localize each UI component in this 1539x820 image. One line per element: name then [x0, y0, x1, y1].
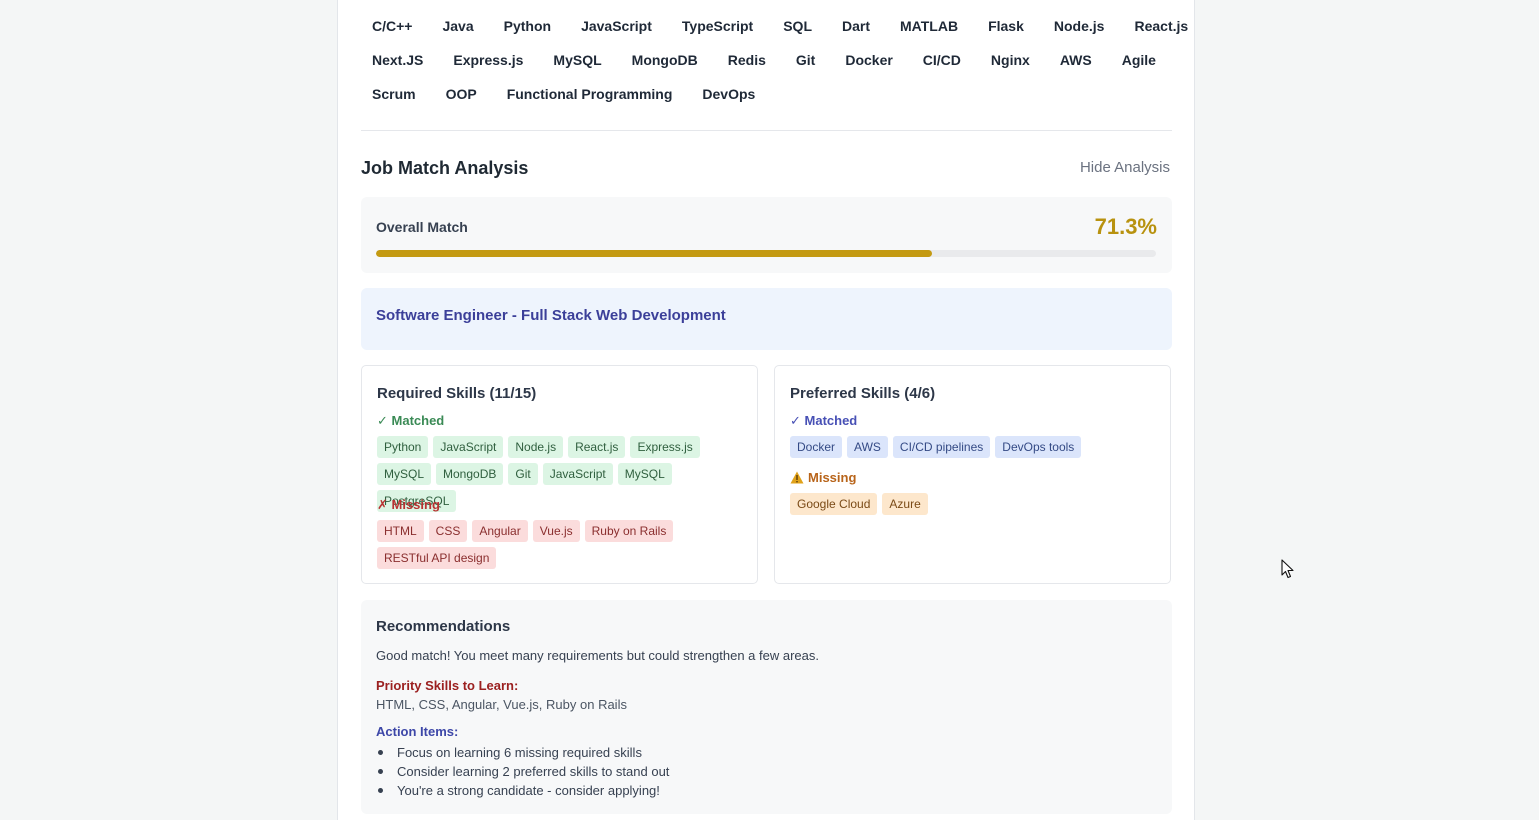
warning-icon — [790, 471, 804, 484]
matched-skill-tag: Docker — [790, 436, 843, 458]
skill-chip[interactable]: Next.JS — [361, 49, 434, 71]
action-item-text: Focus on learning 6 missing required ski… — [397, 745, 642, 760]
skill-chip[interactable]: Express.js — [442, 49, 534, 71]
required-missing-tags: HTML CSS Angular Vue.js Ruby on Rails RE… — [377, 520, 747, 569]
skill-chip[interactable]: DevOps — [691, 83, 766, 105]
skills-row: C/C++ Java Python JavaScript TypeScript … — [361, 15, 1207, 37]
action-item-text: You're a strong candidate - consider app… — [397, 783, 660, 798]
list-item: Consider learning 2 preferred skills to … — [376, 762, 669, 781]
skill-chip[interactable]: TypeScript — [671, 15, 764, 37]
skill-chip[interactable]: Git — [785, 49, 826, 71]
hide-analysis-button[interactable]: Hide Analysis — [1080, 159, 1170, 176]
priority-skills-label: Priority Skills to Learn: — [376, 678, 519, 693]
preferred-missing-tags: Google Cloud Azure — [790, 493, 1160, 515]
required-matched-label: ✓ Matched — [377, 413, 445, 428]
skill-chip[interactable]: C/C++ — [361, 15, 423, 37]
skill-chip[interactable]: OOP — [435, 83, 488, 105]
bullet-icon — [378, 788, 383, 793]
job-title: Software Engineer - Full Stack Web Devel… — [376, 307, 726, 324]
skill-chip[interactable]: Functional Programming — [496, 83, 684, 105]
matched-skill-tag: CI/CD pipelines — [892, 436, 991, 458]
action-items-label: Action Items: — [376, 724, 459, 739]
resume-card: C/C++ Java Python JavaScript TypeScript … — [337, 0, 1195, 820]
required-missing-label: ✗ Missing — [377, 497, 440, 512]
skill-chip[interactable]: JavaScript — [570, 15, 663, 37]
list-item: You're a strong candidate - consider app… — [376, 781, 669, 800]
list-item: Focus on learning 6 missing required ski… — [376, 743, 669, 762]
preferred-skills-panel: Preferred Skills (4/6) ✓ Matched Docker … — [774, 365, 1171, 584]
skill-chip[interactable]: Nginx — [980, 49, 1041, 71]
missing-skill-tag: HTML — [377, 520, 424, 542]
recommendations-summary: Good match! You meet many requirements b… — [376, 648, 819, 663]
mouse-cursor-icon — [1281, 559, 1294, 579]
preferred-skills-title: Preferred Skills (4/6) — [790, 385, 936, 402]
skill-chip[interactable]: CI/CD — [912, 49, 972, 71]
section-divider — [361, 130, 1172, 131]
skill-chip[interactable]: MongoDB — [621, 49, 709, 71]
overall-match-label: Overall Match — [376, 219, 468, 235]
matched-skill-tag: Express.js — [630, 436, 700, 458]
skill-chip[interactable]: MATLAB — [889, 15, 969, 37]
required-skills-panel: Required Skills (11/15) ✓ Matched Python… — [361, 365, 758, 584]
bullet-icon — [378, 769, 383, 774]
skill-chip[interactable]: Python — [493, 15, 562, 37]
analysis-title: Job Match Analysis — [361, 158, 529, 178]
matched-skill-tag: DevOps tools — [995, 436, 1082, 458]
skill-chip[interactable]: Scrum — [361, 83, 427, 105]
skill-chip[interactable]: Node.js — [1043, 15, 1116, 37]
skill-chip[interactable]: AWS — [1049, 49, 1103, 71]
missing-skill-tag: CSS — [428, 520, 468, 542]
bullet-icon — [378, 750, 383, 755]
missing-skill-tag: RESTful API design — [377, 547, 497, 569]
skill-chip[interactable]: Dart — [831, 15, 881, 37]
match-progress-fill — [376, 250, 933, 257]
skills-row: Scrum OOP Functional Programming DevOps — [361, 83, 774, 105]
missing-skill-tag: Ruby on Rails — [584, 520, 674, 542]
skills-row: Next.JS Express.js MySQL MongoDB Redis G… — [361, 49, 1175, 71]
missing-skill-tag: Azure — [882, 493, 928, 515]
missing-skill-tag: Google Cloud — [790, 493, 878, 515]
matched-skill-tag: JavaScript — [542, 463, 613, 485]
matched-skill-tag: React.js — [568, 436, 626, 458]
matched-skill-tag: MySQL — [377, 463, 432, 485]
overall-match-box: Overall Match 71.3% — [361, 197, 1172, 273]
skill-chip[interactable]: Java — [431, 15, 484, 37]
job-title-box: Software Engineer - Full Stack Web Devel… — [361, 288, 1172, 350]
match-progress-bar — [376, 250, 1156, 257]
skill-chip[interactable]: Flask — [977, 15, 1035, 37]
recommendations-title: Recommendations — [376, 618, 511, 635]
matched-skill-tag: MongoDB — [436, 463, 504, 485]
skill-chip[interactable]: Docker — [834, 49, 903, 71]
matched-skill-tag: Node.js — [508, 436, 564, 458]
missing-skill-tag: Angular — [472, 520, 528, 542]
skill-chip[interactable]: Redis — [717, 49, 777, 71]
preferred-matched-tags: Docker AWS CI/CD pipelines DevOps tools — [790, 436, 1160, 458]
required-skills-title: Required Skills (11/15) — [377, 385, 537, 402]
matched-skill-tag: JavaScript — [433, 436, 504, 458]
action-items-list: Focus on learning 6 missing required ski… — [376, 743, 669, 800]
matched-skill-tag: AWS — [847, 436, 888, 458]
matched-skill-tag: MySQL — [617, 463, 672, 485]
matched-skill-tag: Git — [508, 463, 538, 485]
preferred-missing-label-row: Missing — [790, 470, 856, 485]
skill-chip[interactable]: SQL — [772, 15, 823, 37]
skill-chip[interactable]: MySQL — [542, 49, 612, 71]
skill-chip[interactable]: Agile — [1111, 49, 1167, 71]
recommendations-box: Recommendations Good match! You meet man… — [361, 600, 1172, 814]
matched-skill-tag: Python — [377, 436, 429, 458]
overall-match-value: 71.3% — [1094, 214, 1157, 239]
skill-chip[interactable]: React.js — [1123, 15, 1199, 37]
preferred-missing-label: Missing — [808, 470, 857, 485]
action-item-text: Consider learning 2 preferred skills to … — [397, 764, 670, 779]
preferred-matched-label: ✓ Matched — [790, 413, 858, 428]
missing-skill-tag: Vue.js — [532, 520, 580, 542]
priority-skills-list: HTML, CSS, Angular, Vue.js, Ruby on Rail… — [376, 697, 627, 712]
